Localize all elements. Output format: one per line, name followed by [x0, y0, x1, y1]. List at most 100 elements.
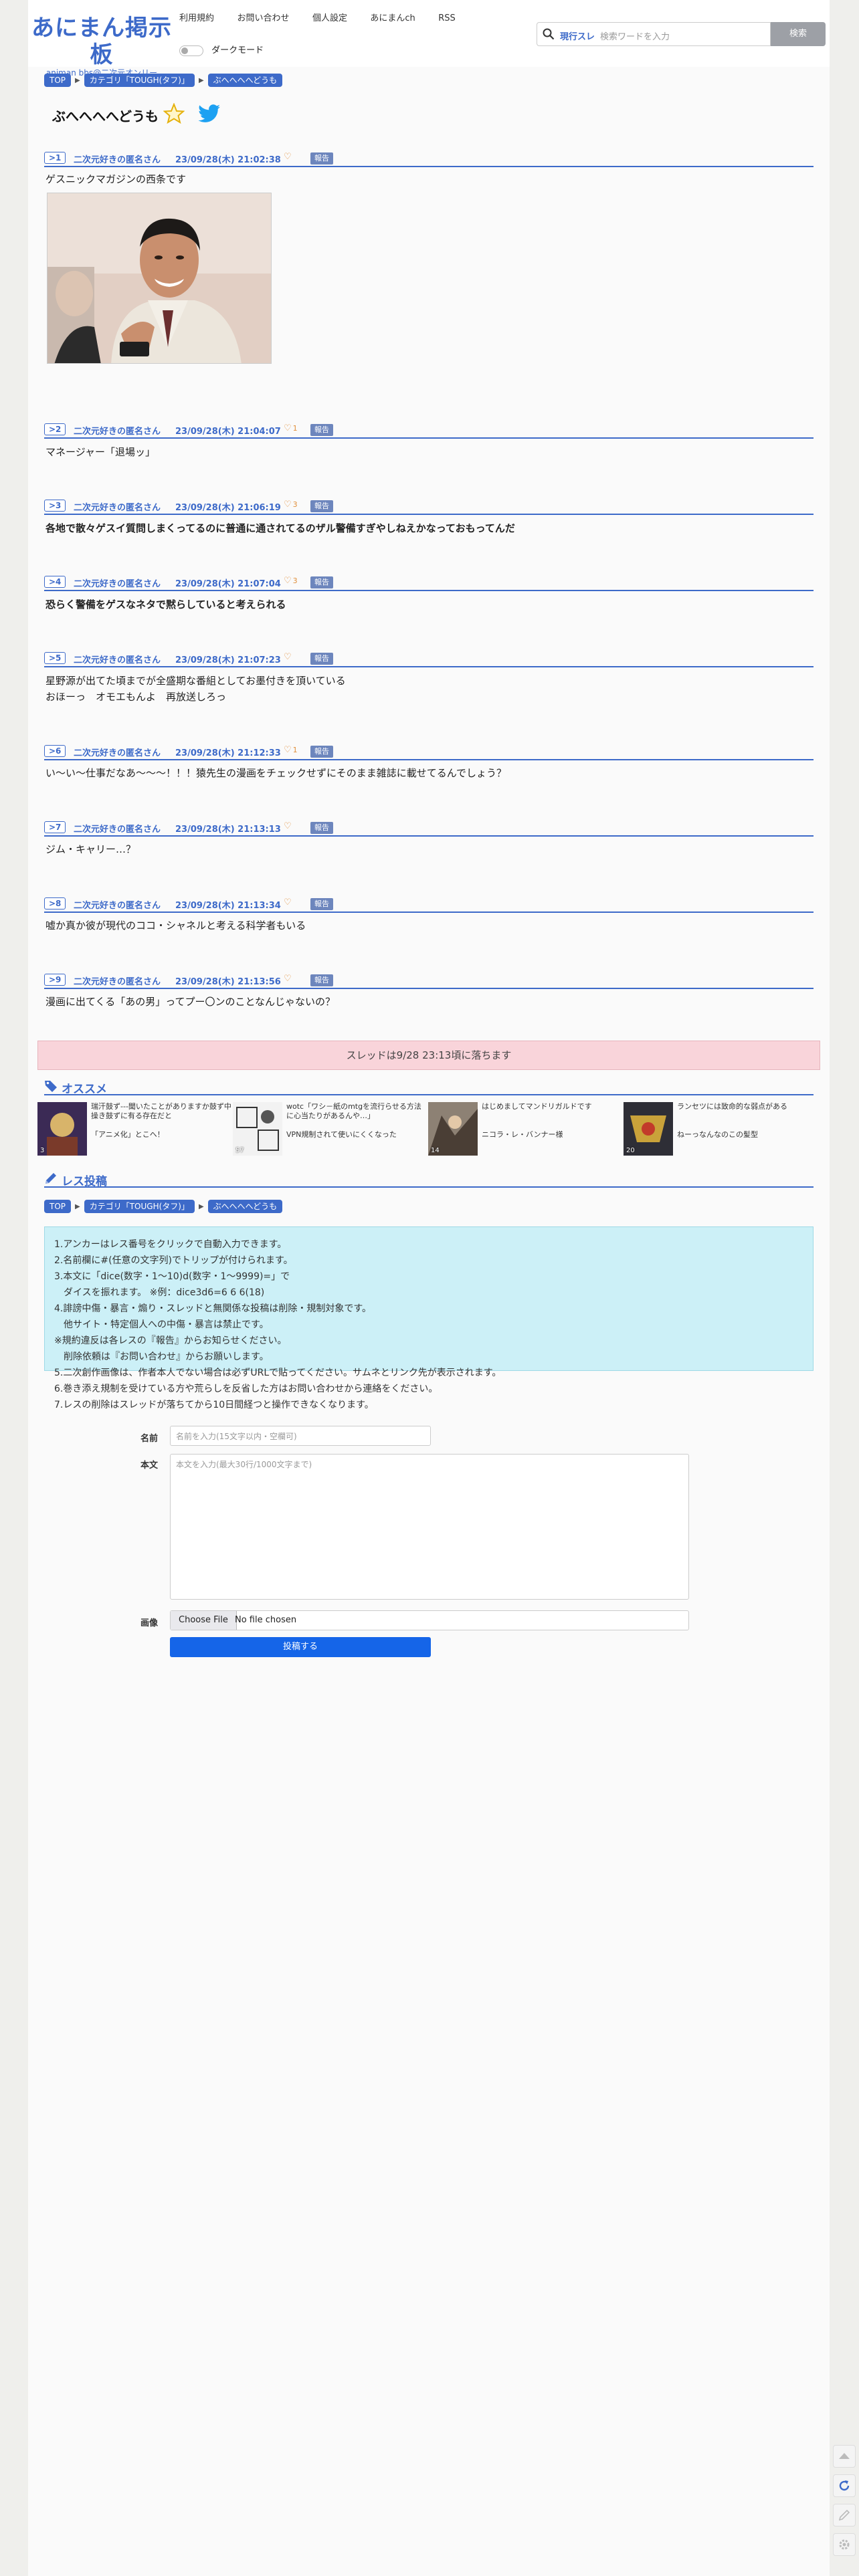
body-label: 本文	[140, 1461, 159, 1471]
chevron-right-icon: ▶	[75, 1202, 80, 1210]
recommend-item[interactable]: 57 wotc「ワシ－紙のmtgを流行らせる方法に心当たりがあるんや…」 VPN…	[233, 1102, 427, 1156]
settings-button[interactable]	[833, 2533, 856, 2556]
nav-settings[interactable]: 個人設定	[312, 11, 347, 23]
post-author: 二次元好きの匿名さん	[74, 901, 161, 911]
report-button[interactable]: 報告	[310, 898, 333, 910]
recommend-item[interactable]: 20 ランセツには致命的な弱点がある ねーっなんなのこの髪型	[624, 1102, 818, 1156]
dark-mode-label: ダークモード	[211, 45, 264, 56]
scroll-top-button[interactable]	[833, 2445, 856, 2468]
search-scope[interactable]: 現行スレ	[560, 29, 595, 42]
body-textarea[interactable]: 本文を入力(最大30行/1000文字まで)	[170, 1454, 689, 1600]
post-header: >2 二次元好きの匿名さん 23/09/28(木) 21:04:07 ♡ 1 報告	[44, 421, 814, 439]
post-number[interactable]: >8	[44, 897, 66, 909]
report-button[interactable]: 報告	[310, 974, 333, 986]
like-button[interactable]: ♡	[284, 652, 293, 662]
recommend-item-sub: VPN規制されて使いにくくなった	[286, 1130, 397, 1139]
pencil-icon	[45, 1173, 56, 1184]
nav-contact[interactable]: お問い合わせ	[237, 11, 289, 23]
post-number[interactable]: >5	[44, 652, 66, 664]
rule-line: 7.レスの削除はスレッドが落ちてから10日間経つと操作できなくなります。	[54, 1400, 374, 1410]
post-number[interactable]: >2	[44, 423, 66, 435]
nav-animanch[interactable]: あにまんch	[370, 11, 415, 23]
report-button[interactable]: 報告	[310, 152, 333, 165]
like-button[interactable]: ♡ 3	[284, 576, 298, 586]
heart-icon: ♡	[284, 652, 292, 662]
post-number[interactable]: >6	[44, 745, 66, 757]
post-header: >9 二次元好きの匿名さん 23/09/28(木) 21:13:56 ♡ 報告	[44, 972, 814, 989]
recommend-item-title: 瑞汗鼓ず---聞いたことがありますか鼓ず中操き鼓ずに有る存在だと	[91, 1102, 231, 1120]
post-number[interactable]: >3	[44, 500, 66, 512]
like-count: 1	[292, 424, 298, 433]
like-button[interactable]: ♡ 1	[284, 745, 298, 755]
post-author: 二次元好きの匿名さん	[74, 825, 161, 835]
post-timestamp: 23/09/28(木) 21:13:13	[175, 825, 281, 835]
rule-line: 3.本文に「dice(数字・1〜10)d(数字・1〜9999)=」で	[54, 1271, 290, 1282]
recommend-thumbnail: 20	[624, 1102, 673, 1156]
recommend-item-title: ランセツには致命的な弱点がある	[677, 1102, 787, 1111]
arrow-up-icon	[839, 2453, 850, 2459]
post-author: 二次元好きの匿名さん	[74, 655, 161, 665]
report-button[interactable]: 報告	[310, 576, 333, 588]
heart-icon: ♡	[284, 974, 292, 984]
breadcrumb-top[interactable]: TOP	[44, 1200, 72, 1213]
body-placeholder: 本文を入力(最大30行/1000文字まで)	[176, 1460, 312, 1469]
post-number[interactable]: >4	[44, 576, 66, 588]
report-button[interactable]: 報告	[310, 424, 333, 436]
rule-line: ※規約違反は各レスの『報告』からお知らせください。	[54, 1335, 287, 1346]
breadcrumb-thread[interactable]: ぶへへへへどうも	[207, 1200, 283, 1213]
post-number[interactable]: >1	[44, 152, 66, 164]
report-button[interactable]: 報告	[310, 822, 333, 834]
report-button[interactable]: 報告	[310, 500, 333, 512]
like-button[interactable]: ♡	[284, 821, 293, 831]
rule-line: 削除依頼は『お問い合わせ』からお願いします。	[54, 1352, 269, 1362]
name-field[interactable]: 名前を入力(15文字以内・空欄可)	[170, 1426, 431, 1446]
breadcrumb-category[interactable]: カテゴリ「TOUGH(タフ)」	[84, 1200, 195, 1213]
twitter-icon[interactable]	[198, 104, 221, 123]
post-image[interactable]	[47, 193, 272, 364]
site-logo[interactable]: あにまん掲示板 animan bbs@二次元オンリー	[28, 15, 175, 78]
like-button[interactable]: ♡	[284, 897, 293, 907]
search-button[interactable]: 検索	[771, 22, 826, 46]
post-timestamp: 23/09/28(木) 21:12:33	[175, 748, 281, 758]
post-header: >8 二次元好きの匿名さん 23/09/28(木) 21:13:34 ♡ 報告	[44, 895, 814, 913]
search-input[interactable]: 現行スレ 検索ワードを入力	[537, 22, 771, 46]
reload-button[interactable]	[833, 2474, 856, 2497]
recommend-thumbnail: 3	[37, 1102, 87, 1156]
reply-heading: レス投稿	[44, 1170, 814, 1188]
nav-terms[interactable]: 利用規約	[179, 11, 214, 23]
report-button[interactable]: 報告	[310, 653, 333, 665]
recommend-item[interactable]: 3 瑞汗鼓ず---聞いたことがありますか鼓ず中操き鼓ずに有る存在だと 「アニメ化…	[37, 1102, 231, 1156]
dark-mode-toggle[interactable]	[179, 45, 203, 56]
rule-line: 4.誹謗中傷・暴言・煽り・スレッドと無関係な投稿は削除・規制対象です。	[54, 1303, 371, 1314]
image-file-input[interactable]: Choose File No file chosen	[170, 1610, 689, 1630]
like-count: 1	[292, 746, 298, 754]
dark-mode-switch[interactable]: ダークモード	[179, 43, 264, 56]
like-button[interactable]: ♡	[284, 974, 293, 984]
post-number[interactable]: >9	[44, 974, 66, 986]
file-status: No file chosen	[235, 1615, 297, 1625]
report-button[interactable]: 報告	[310, 746, 333, 758]
recommend-thumbnail: 57	[233, 1102, 282, 1156]
page: あにまん掲示板 animan bbs@二次元オンリー 利用規約 お問い合わせ 個…	[28, 0, 830, 2576]
breadcrumb-top[interactable]: TOP	[44, 74, 72, 87]
search-bar: 現行スレ 検索ワードを入力 検索	[537, 22, 826, 46]
like-button[interactable]: ♡ 3	[284, 500, 298, 510]
post-header: >1 二次元好きの匿名さん 23/09/28(木) 21:02:38 ♡ 報告	[44, 150, 814, 167]
reload-icon	[839, 2480, 850, 2491]
recommend-item[interactable]: 14 はじめましてマンドリガルドです ニコラ・レ・バンナー様	[428, 1102, 622, 1156]
page-title: ぶへへへへどうも	[52, 108, 159, 124]
choose-file-button[interactable]: Choose File	[171, 1611, 237, 1630]
recommend-heading: オススメ	[44, 1078, 814, 1096]
post-number[interactable]: >7	[44, 821, 66, 833]
star-icon[interactable]	[163, 103, 185, 124]
like-button[interactable]: ♡	[284, 152, 293, 162]
breadcrumb-category[interactable]: カテゴリ「TOUGH(タフ)」	[84, 74, 195, 87]
breadcrumb-thread[interactable]: ぶへへへへどうも	[207, 74, 283, 87]
write-button[interactable]	[833, 2504, 856, 2527]
post-timestamp: 23/09/28(木) 21:07:04	[175, 579, 281, 589]
rule-line: 2.名前欄に#(任意の文字列)でトリップが付けられます。	[54, 1255, 293, 1266]
submit-button[interactable]: 投稿する	[170, 1637, 431, 1657]
nav-rss[interactable]: RSS	[438, 13, 456, 23]
like-button[interactable]: ♡ 1	[284, 423, 298, 433]
post-body: 各地で散々ゲスイ質問しまくってるのに普通に通されてるのザル警備すぎやしねえかなっ…	[45, 522, 515, 534]
